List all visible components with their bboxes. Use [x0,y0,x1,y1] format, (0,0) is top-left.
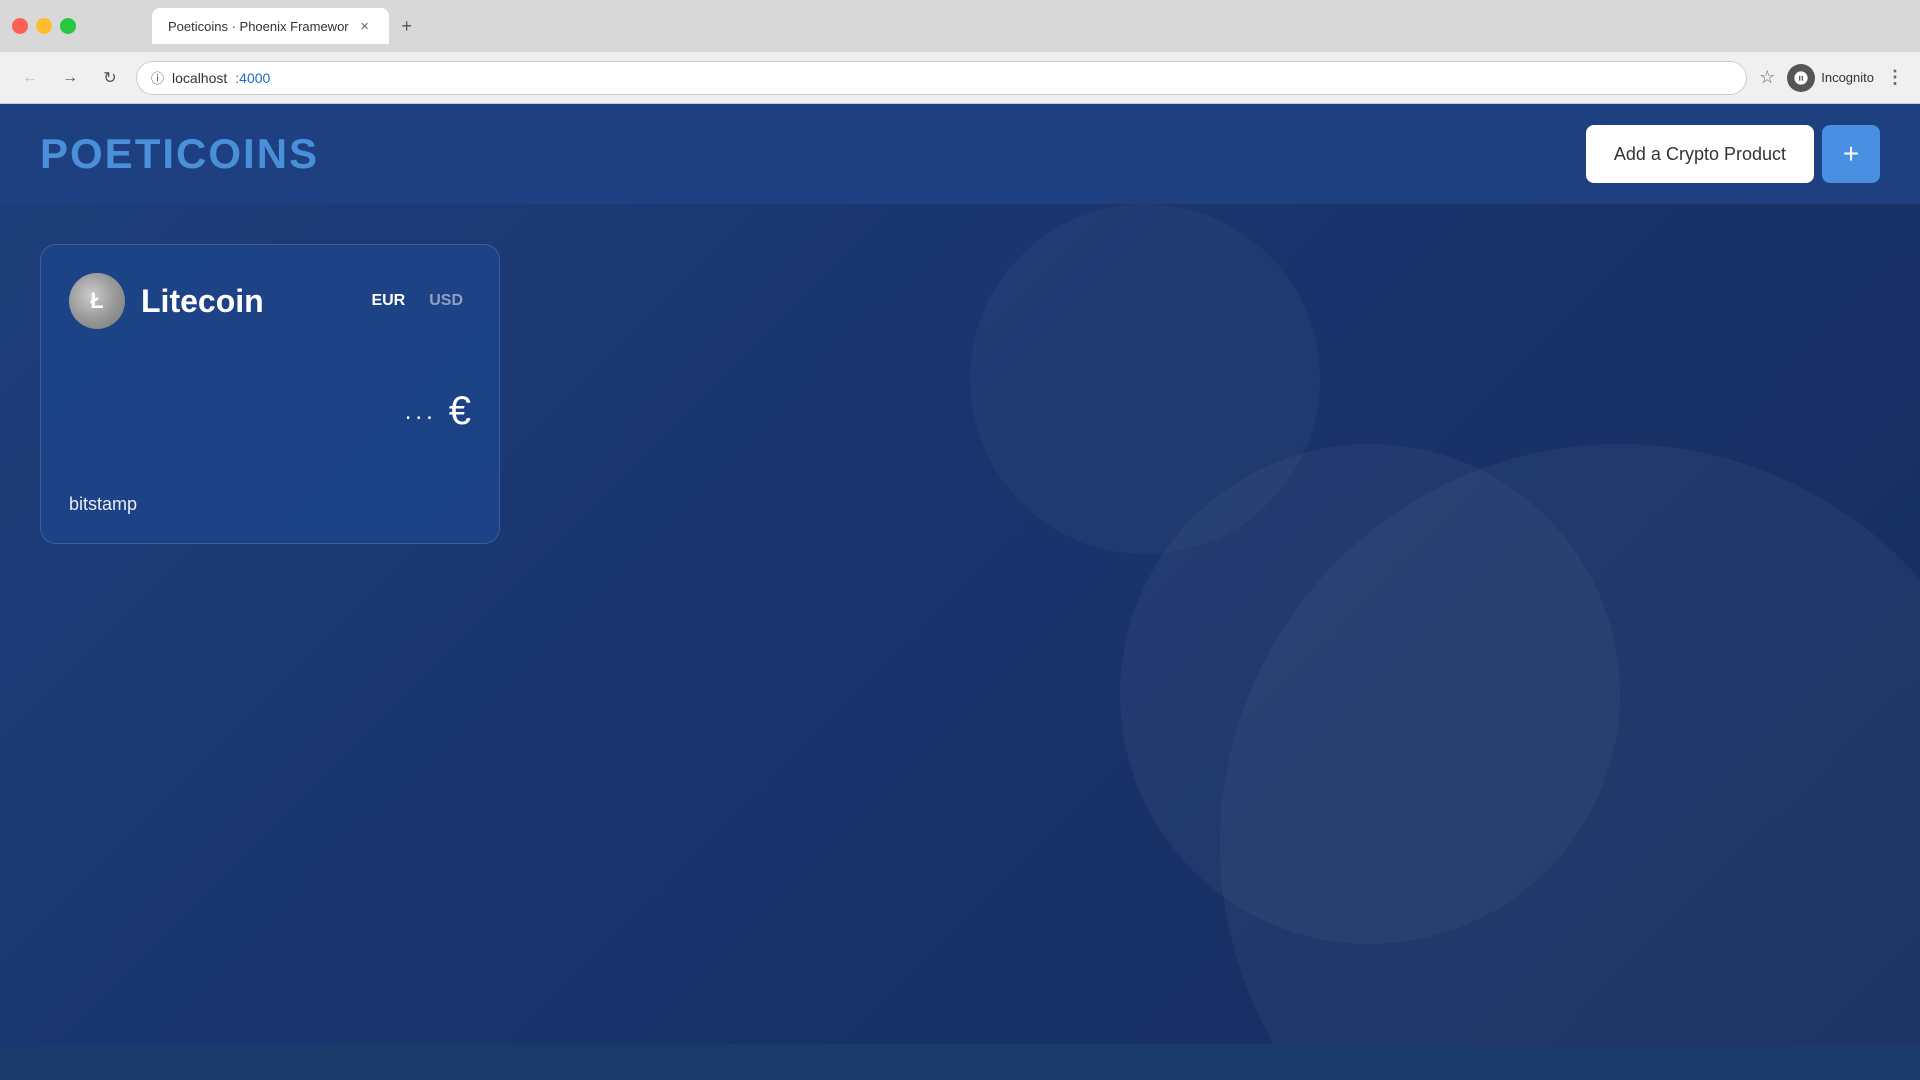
usd-tab[interactable]: USD [421,288,471,314]
coin-info: Ł Litecoin [69,273,264,329]
browser-chrome: Poeticoins · Phoenix Framewor ✕ + ← → ↻ … [0,0,1920,104]
card-middle: ... € [69,389,471,434]
active-browser-tab[interactable]: Poeticoins · Phoenix Framewor ✕ [152,8,389,44]
incognito-button[interactable]: Incognito [1787,64,1874,92]
card-top: Ł Litecoin EUR USD [69,273,471,329]
add-crypto-product-button[interactable]: Add a Crypto Product [1586,125,1814,183]
currency-tabs: EUR USD [363,288,471,314]
currency-symbol: € [449,389,471,434]
svg-text:Ł: Ł [90,288,103,313]
litecoin-icon: Ł [69,273,125,329]
bookmark-button[interactable]: ☆ [1759,67,1775,88]
tab-bar: Poeticoins · Phoenix Framewor ✕ + [144,8,429,44]
close-window-button[interactable] [12,18,28,34]
tab-close-button[interactable]: ✕ [357,18,373,34]
forward-button[interactable]: → [56,64,84,92]
app-header: POETICOINS Add a Crypto Product + [0,104,1920,204]
incognito-icon [1787,64,1815,92]
maximize-window-button[interactable] [60,18,76,34]
nav-right-controls: ☆ Incognito ⋮ [1759,64,1904,92]
new-tab-button[interactable]: + [393,12,421,40]
incognito-label: Incognito [1821,70,1874,85]
exchange-name: bitstamp [69,494,471,515]
page-content: POETICOINS Add a Crypto Product + Ł Lite… [0,104,1920,1044]
main-area: Ł Litecoin EUR USD ... € bitstamp [0,204,1920,584]
browser-nav-bar: ← → ↻ ⓘ localhost :4000 ☆ Incognito ⋮ [0,52,1920,104]
litecoin-card[interactable]: Ł Litecoin EUR USD ... € bitstamp [40,244,500,544]
coin-name: Litecoin [141,283,264,320]
browser-menu-button[interactable]: ⋮ [1886,67,1904,88]
window-controls [12,18,76,34]
header-actions: Add a Crypto Product + [1586,125,1880,183]
add-crypto-icon-button[interactable]: + [1822,125,1880,183]
refresh-button[interactable]: ↻ [96,64,124,92]
minimize-window-button[interactable] [36,18,52,34]
browser-title-bar: Poeticoins · Phoenix Framewor ✕ + [0,0,1920,52]
exchange-label: bitstamp [69,494,137,514]
url-host: localhost [172,70,227,86]
app-logo: POETICOINS [40,130,319,178]
price-loading: ... [405,398,437,426]
tab-title: Poeticoins · Phoenix Framewor [168,19,349,34]
back-button[interactable]: ← [16,64,44,92]
eur-tab[interactable]: EUR [363,288,413,314]
url-port: :4000 [235,70,270,86]
address-bar[interactable]: ⓘ localhost :4000 [136,61,1747,95]
secure-icon: ⓘ [151,68,164,87]
